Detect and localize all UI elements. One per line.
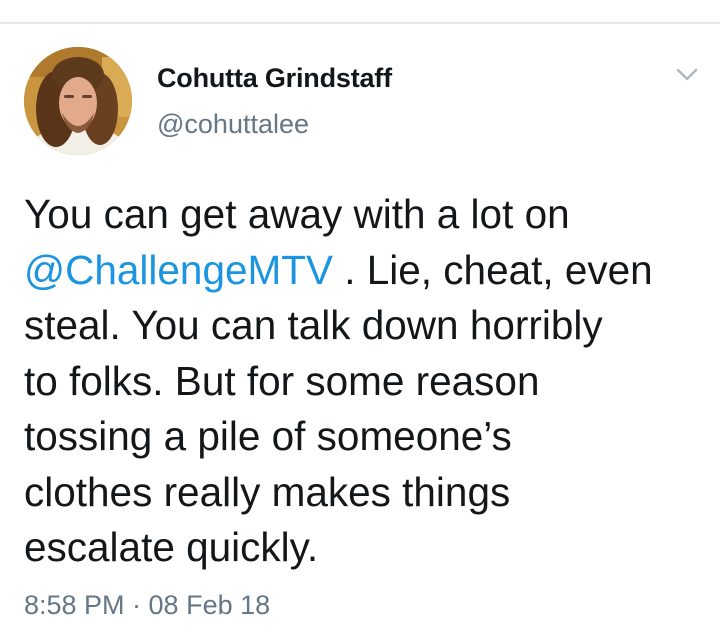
tweet-text: You can get away with a lot on @Challeng… bbox=[24, 187, 704, 576]
tweet-line-6: clothes really makes things bbox=[24, 468, 511, 515]
tweet-line-1: You can get away with a lot on bbox=[24, 191, 570, 237]
tweet-line-7: escalate quickly. bbox=[24, 524, 319, 570]
tweet-timestamp[interactable]: 8:58 PM · 08 Feb 18 bbox=[24, 590, 270, 621]
author-display-name[interactable]: Cohutta Grindstaff bbox=[157, 63, 392, 94]
tweet-line-2-text: . Lie, cheat, even bbox=[333, 246, 653, 293]
tweet-line-3: steal. You can talk down horribly bbox=[24, 302, 603, 348]
avatar[interactable] bbox=[24, 47, 132, 155]
chevron-down-icon[interactable] bbox=[672, 64, 702, 86]
tweet-line-5: tossing a pile of someone’s bbox=[24, 413, 512, 459]
tweet-card: Cohutta Grindstaff @cohuttalee You can g… bbox=[0, 24, 720, 635]
tweet-line-4: to folks. But for some reason bbox=[24, 357, 540, 404]
mention-link[interactable]: @ChallengeMTV bbox=[24, 247, 333, 293]
author-handle[interactable]: @cohuttalee bbox=[157, 109, 309, 140]
avatar-photo bbox=[24, 47, 132, 155]
tweet-line-2: @ChallengeMTV . Lie, cheat, even bbox=[24, 243, 704, 299]
